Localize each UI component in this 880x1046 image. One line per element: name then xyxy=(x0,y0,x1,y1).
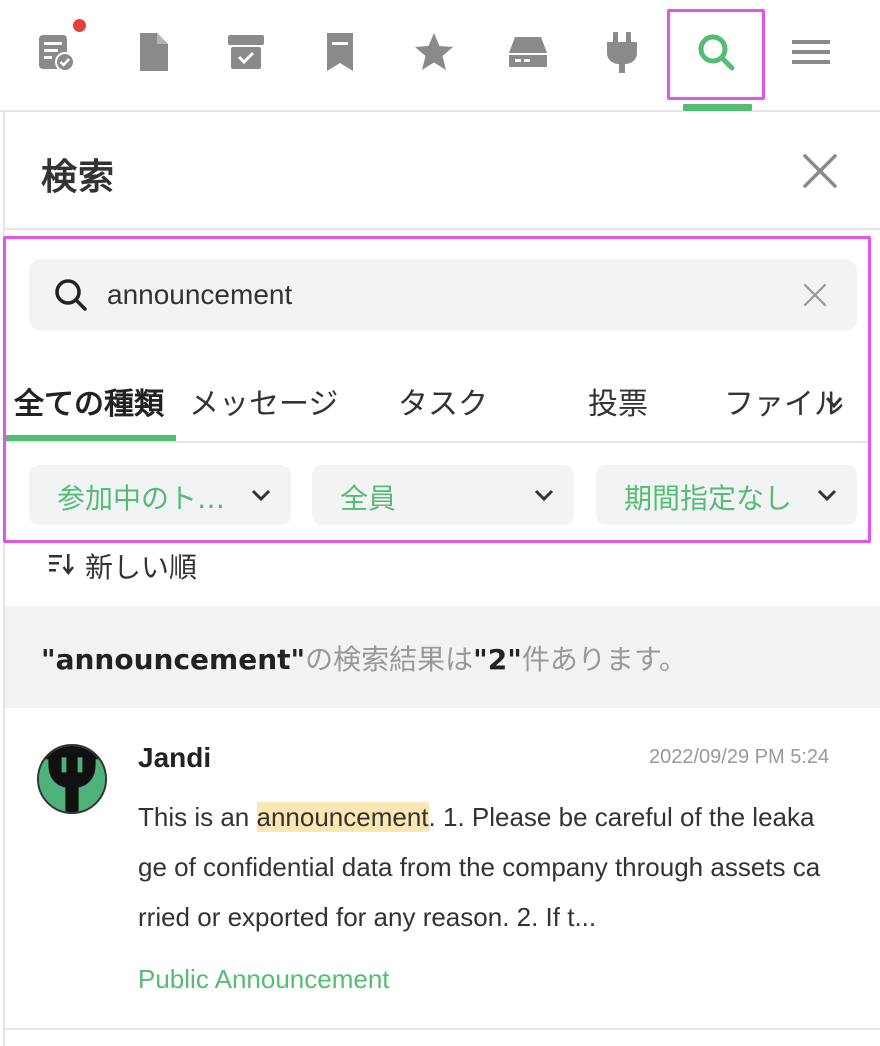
drive-icon xyxy=(509,37,547,67)
star-icon xyxy=(415,33,453,70)
type-tabs: 全ての種類 メッセージ タスク 投票 ファイル xyxy=(6,357,868,443)
clear-search-button[interactable] xyxy=(797,277,833,313)
menu-icon xyxy=(792,40,830,64)
panel-title: 検索 xyxy=(41,157,116,198)
task-list-button[interactable] xyxy=(28,24,84,80)
quote-open: " xyxy=(41,643,56,676)
tab-polls[interactable]: 投票 xyxy=(588,379,648,423)
filter-label: 参加中のト… xyxy=(57,482,226,515)
sender-name: Jandi xyxy=(138,742,212,773)
chevron-down-icon xyxy=(534,489,554,502)
chevron-down-icon[interactable] xyxy=(823,391,845,413)
message-timestamp: 2022/09/29 PM 5:24 xyxy=(649,746,830,768)
chevron-down-icon xyxy=(251,489,271,502)
top-toolbar xyxy=(0,0,880,112)
bookmark-icon xyxy=(327,33,353,71)
date-filter-dropdown[interactable]: 期間指定なし xyxy=(596,465,857,525)
search-box xyxy=(29,259,857,331)
filter-row: 参加中のト… 全員 期間指定なし xyxy=(6,465,868,527)
snippet-highlight: announcement xyxy=(256,802,429,832)
search-tab-button[interactable] xyxy=(688,24,744,80)
sort-label: 新しい順 xyxy=(85,551,198,584)
snippet-before: This is an xyxy=(138,802,257,832)
close-button[interactable] xyxy=(797,148,843,194)
count-quote-close: " xyxy=(507,643,522,676)
summary-middle: の検索結果は xyxy=(305,643,474,676)
result-item[interactable]: Jandi 2022/09/29 PM 5:24 This is an anno… xyxy=(5,708,880,1030)
result-count: 2 xyxy=(487,643,508,676)
panel-header: 検索 xyxy=(5,112,880,230)
task-list-icon xyxy=(39,35,75,72)
topic-filter-dropdown[interactable]: 参加中のト… xyxy=(29,465,291,525)
chevron-down-icon xyxy=(817,489,837,502)
bookmark-button[interactable] xyxy=(312,24,368,80)
tab-all-types[interactable]: 全ての種類 xyxy=(14,379,164,423)
summary-suffix: 件あります。 xyxy=(521,643,688,676)
files-button[interactable] xyxy=(125,24,181,80)
plug-icon xyxy=(607,32,637,73)
integrations-button[interactable] xyxy=(594,24,650,80)
jandi-logo-icon xyxy=(39,746,105,812)
archive-check-icon xyxy=(228,35,264,69)
filter-label: 全員 xyxy=(340,482,397,515)
message-snippet: This is an announcement. 1. Please be ca… xyxy=(138,792,828,942)
search-icon xyxy=(698,34,735,71)
search-summary-text: "announcement"の検索結果は"2"件あります。 xyxy=(41,638,687,678)
search-icon xyxy=(55,279,87,311)
active-tab-underline xyxy=(683,104,752,111)
clear-icon xyxy=(803,283,827,307)
tab-messages[interactable]: メッセージ xyxy=(189,379,338,423)
quote-close: " xyxy=(290,643,306,676)
sort-order-button[interactable]: 新しい順 xyxy=(5,542,880,606)
notification-dot xyxy=(73,19,86,32)
drive-button[interactable] xyxy=(500,24,556,80)
search-input[interactable] xyxy=(107,273,757,317)
count-quote-open: " xyxy=(473,643,488,676)
summary-query: announcement xyxy=(55,643,291,676)
tab-tasks[interactable]: タスク xyxy=(398,379,488,423)
search-summary: "announcement"の検索結果は"2"件あります。 xyxy=(5,606,880,708)
file-icon xyxy=(140,33,168,71)
menu-button[interactable] xyxy=(783,24,839,80)
avatar xyxy=(37,744,107,814)
sort-icon xyxy=(49,554,74,576)
filter-label: 期間指定なし xyxy=(624,482,793,515)
search-controls: 全ての種類 メッセージ タスク 投票 ファイル 参加中のト… 全員 期間指定なし xyxy=(3,236,871,543)
starred-button[interactable] xyxy=(406,24,462,80)
member-filter-dropdown[interactable]: 全員 xyxy=(312,465,574,525)
topic-link[interactable]: Public Announcement xyxy=(138,964,390,995)
active-tab-underline xyxy=(6,435,176,441)
close-icon xyxy=(803,154,837,188)
archive-button[interactable] xyxy=(218,24,274,80)
